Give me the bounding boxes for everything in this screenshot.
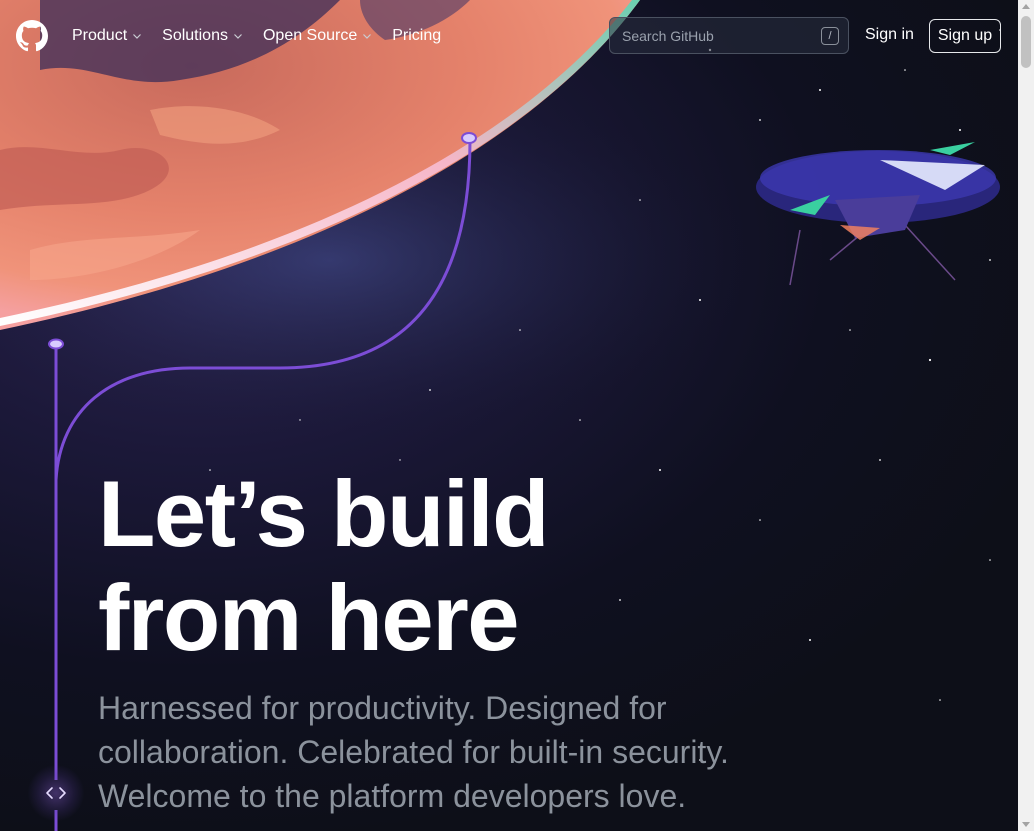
code-icon bbox=[46, 787, 66, 799]
nav-item-label: Pricing bbox=[392, 27, 442, 44]
subhead-line: collaboration. Celebrated for built-in s… bbox=[98, 734, 729, 770]
hero-subheadline: Harnessed for productivity. Designed for… bbox=[98, 686, 798, 818]
nav-item-product[interactable]: Product bbox=[72, 25, 142, 47]
subhead-line: Welcome to the platform developers love. bbox=[98, 778, 687, 814]
chevron-down-icon bbox=[133, 34, 142, 39]
hero-section: Product Solutions Open Source Pricing Se… bbox=[0, 0, 1018, 831]
sign-up-button[interactable]: Sign up bbox=[929, 19, 1001, 53]
hero-headline: Let’s build from here bbox=[98, 461, 550, 670]
headline-line: from here bbox=[98, 565, 520, 670]
nav-item-solutions[interactable]: Solutions bbox=[162, 25, 243, 47]
main-nav: Product Solutions Open Source Pricing bbox=[72, 25, 461, 47]
chevron-down-icon bbox=[363, 34, 372, 39]
drone-illustration bbox=[756, 142, 1000, 286]
scrollbar-thumb[interactable] bbox=[1021, 16, 1031, 68]
nav-item-pricing[interactable]: Pricing bbox=[392, 25, 441, 47]
search-placeholder: Search GitHub bbox=[622, 27, 714, 44]
scroll-up-arrow-icon[interactable] bbox=[1022, 4, 1030, 9]
nav-item-label: Open Source bbox=[262, 27, 358, 44]
search-shortcut-key: / bbox=[821, 27, 839, 45]
github-octocat-icon[interactable] bbox=[16, 20, 48, 52]
nav-item-open-source[interactable]: Open Source bbox=[263, 25, 372, 47]
code-badge bbox=[28, 765, 84, 821]
nav-item-label: Solutions bbox=[162, 27, 228, 44]
search-input[interactable]: Search GitHub / bbox=[609, 17, 849, 54]
chevron-down-icon bbox=[234, 34, 242, 39]
sign-in-link[interactable]: Sign in bbox=[865, 26, 914, 44]
nav-item-label: Product bbox=[72, 27, 128, 44]
headline-line: Let’s build bbox=[98, 461, 550, 566]
site-header: Product Solutions Open Source Pricing Se… bbox=[0, 0, 1018, 72]
scroll-down-arrow-icon[interactable] bbox=[1022, 822, 1030, 827]
vertical-scrollbar[interactable] bbox=[1018, 0, 1034, 831]
subhead-line: Harnessed for productivity. Designed for bbox=[98, 690, 667, 726]
